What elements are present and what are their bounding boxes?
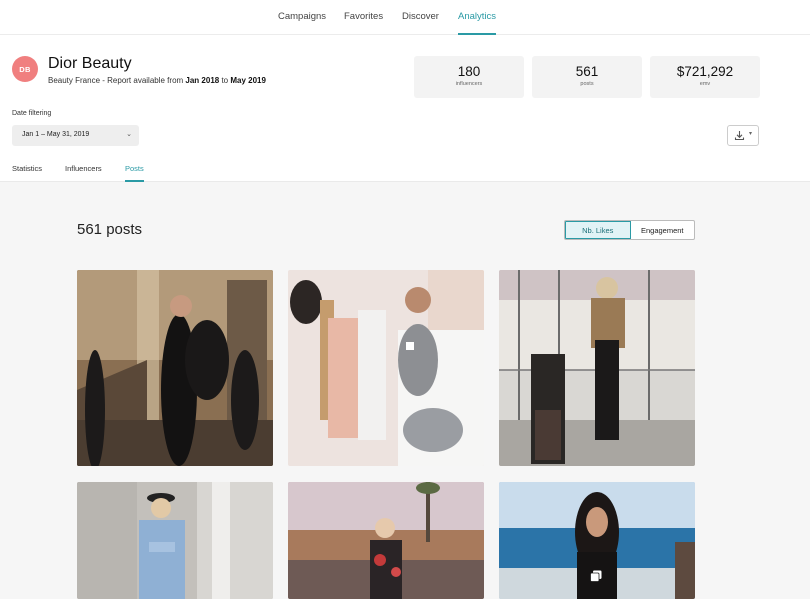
brand-header: DB Dior Beauty Beauty France - Report av… <box>0 35 810 182</box>
nav-favorites[interactable]: Favorites <box>344 11 383 35</box>
top-navigation: Campaigns Favorites Discover Analytics <box>0 0 810 35</box>
post-image <box>288 270 484 466</box>
stat-influencers-value: 180 <box>457 64 481 79</box>
post-thumbnail[interactable] <box>499 270 695 466</box>
report-prefix: - Report available from <box>100 76 186 85</box>
post-thumbnail[interactable] <box>77 270 273 466</box>
download-icon <box>734 131 745 141</box>
stat-emv-value: $721,292 <box>676 64 734 79</box>
date-filter-select[interactable]: Jan 1 – May 31, 2019 ⌄ <box>12 125 139 146</box>
chevron-down-icon: ▾ <box>749 131 753 137</box>
tab-statistics[interactable]: Statistics <box>12 164 42 182</box>
chevron-down-icon: ⌄ <box>126 131 132 138</box>
sort-engagement-button[interactable]: Engagement <box>631 221 695 239</box>
date-filter-value: Jan 1 – May 31, 2019 <box>22 131 90 138</box>
post-thumbnail[interactable] <box>288 270 484 466</box>
sort-toggle: Nb. Likes Engagement <box>564 220 695 240</box>
stat-influencers-label: influencers <box>455 81 483 87</box>
report-to: May 2019 <box>230 76 266 85</box>
account-name: Beauty France <box>48 76 101 85</box>
tab-posts[interactable]: Posts <box>125 164 144 182</box>
nav-campaigns[interactable]: Campaigns <box>278 11 326 35</box>
stat-posts: 561 posts <box>532 56 642 98</box>
nav-discover[interactable]: Discover <box>402 11 439 35</box>
post-image <box>288 482 484 599</box>
report-to-word: to <box>219 76 231 85</box>
post-thumbnail[interactable] <box>288 482 484 599</box>
stat-posts-value: 561 <box>575 64 599 79</box>
report-from: Jan 2018 <box>185 76 220 85</box>
sort-likes-button[interactable]: Nb. Likes <box>565 221 631 239</box>
download-button[interactable]: ▾ <box>727 125 759 146</box>
stat-emv: $721,292 emv <box>650 56 760 98</box>
stat-emv-label: emv <box>699 81 711 87</box>
tab-influencers[interactable]: Influencers <box>65 164 102 182</box>
stat-influencers: 180 influencers <box>414 56 524 98</box>
posts-count: 561 posts <box>77 221 143 238</box>
date-filter-label: Date filtering <box>12 110 52 117</box>
nav-analytics[interactable]: Analytics <box>458 11 497 35</box>
brand-name: Dior Beauty <box>48 55 132 72</box>
brand-report-info: Beauty France - Report available from Ja… <box>48 76 266 85</box>
stat-posts-label: posts <box>580 81 594 87</box>
post-image <box>77 482 273 599</box>
post-image <box>77 270 273 466</box>
brand-avatar: DB <box>12 56 38 82</box>
multiple-images-icon <box>590 570 602 582</box>
post-thumbnail[interactable] <box>77 482 273 599</box>
post-image <box>499 270 695 466</box>
